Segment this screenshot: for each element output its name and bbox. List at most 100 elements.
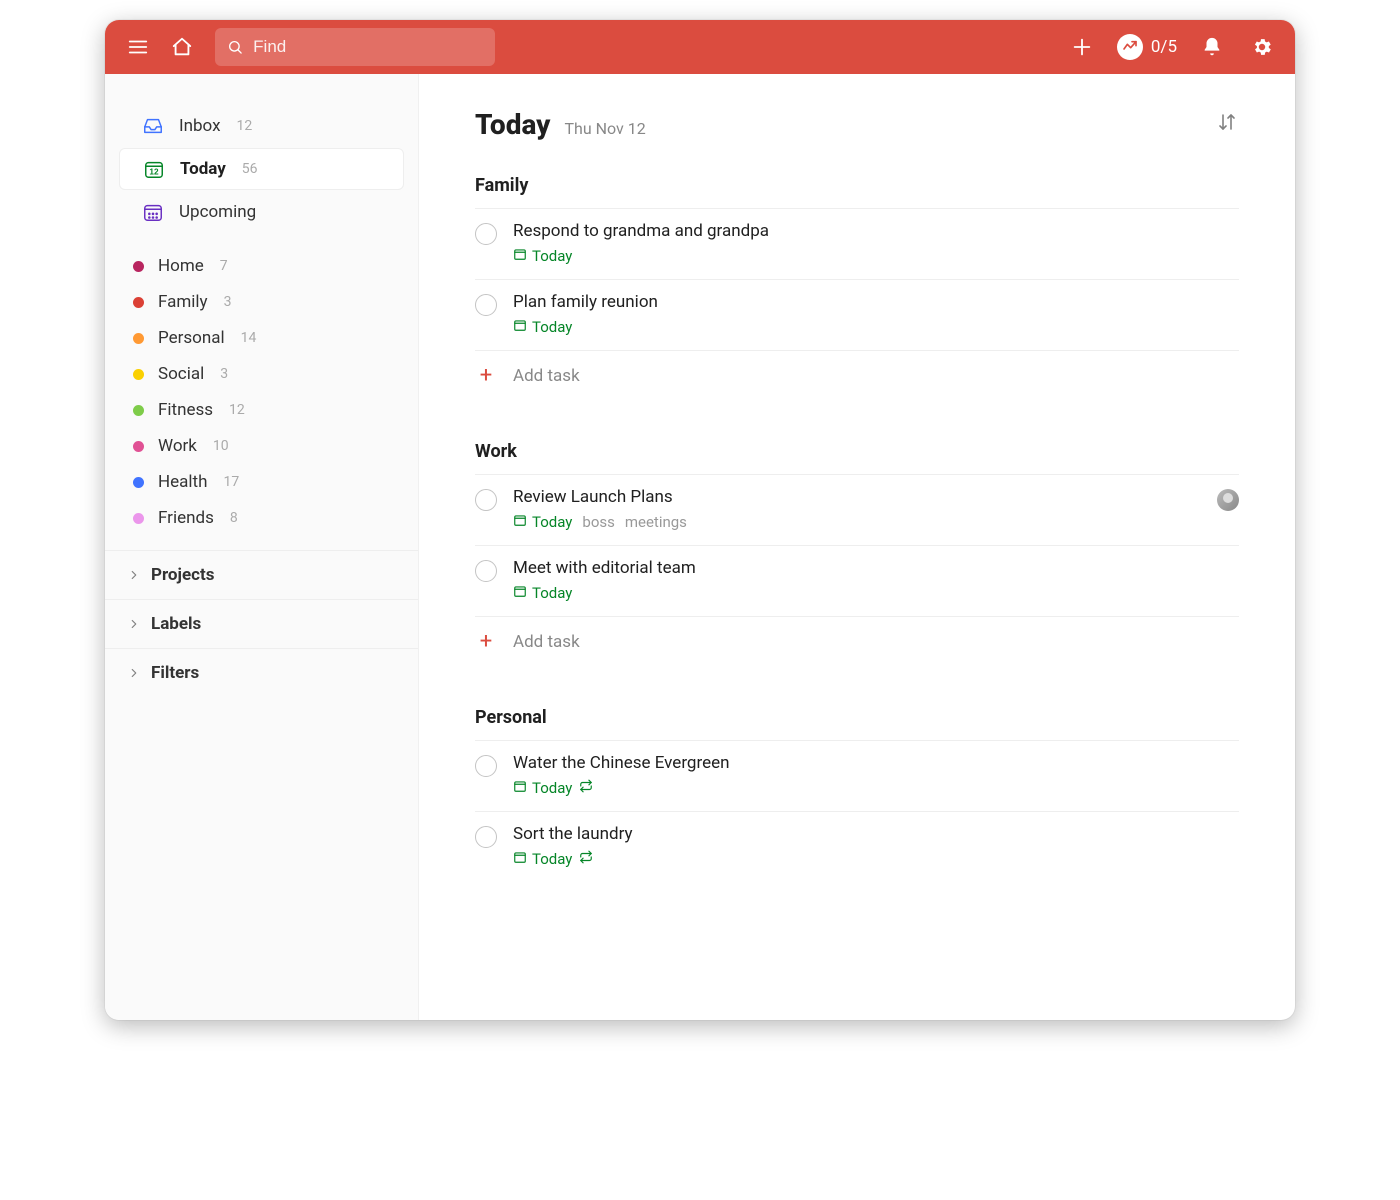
task-body: Review Launch PlansTodaybossmeetings — [513, 487, 1201, 531]
search-input[interactable] — [253, 37, 483, 57]
task-row[interactable]: Sort the laundry Today — [475, 811, 1239, 882]
home-button[interactable] — [167, 32, 197, 62]
task-group: Family Respond to grandma and grandpaToda… — [475, 175, 1239, 401]
task-row[interactable]: Water the Chinese Evergreen Today — [475, 740, 1239, 811]
project-count: 7 — [220, 258, 228, 274]
project-item-fitness[interactable]: Fitness12 — [105, 392, 418, 428]
task-checkbox[interactable] — [475, 223, 497, 245]
today-icon: 12 — [142, 157, 166, 181]
project-color-dot — [133, 477, 144, 488]
plus-icon — [1071, 36, 1093, 58]
project-item-health[interactable]: Health 17 — [105, 464, 418, 500]
project-item-friends[interactable]: Friends8 — [105, 500, 418, 536]
project-color-dot — [133, 261, 144, 272]
main-header: Today Thu Nov 12 — [475, 108, 1239, 141]
home-icon — [171, 36, 193, 58]
project-count: 3 — [220, 366, 228, 382]
add-task-button[interactable]: + Add task — [475, 616, 1239, 667]
task-checkbox[interactable] — [475, 489, 497, 511]
task-checkbox[interactable] — [475, 826, 497, 848]
main-panel: Today Thu Nov 12 Family Respond to grandm… — [419, 74, 1295, 1020]
group-title: Family — [475, 175, 1239, 208]
calendar-icon — [513, 247, 527, 265]
task-groups: Family Respond to grandma and grandpaToda… — [475, 175, 1239, 882]
project-item-family[interactable]: Family3 — [105, 284, 418, 320]
assignee-avatar[interactable] — [1217, 489, 1239, 511]
task-body: Sort the laundry Today — [513, 824, 1239, 868]
page-title: Today — [475, 108, 550, 141]
task-title: Sort the laundry — [513, 824, 1239, 844]
sort-icon — [1215, 110, 1239, 134]
task-body: Meet with editorial teamToday — [513, 558, 1239, 602]
task-title: Meet with editorial team — [513, 558, 1239, 578]
task-row[interactable]: Plan family reunion Today — [475, 279, 1239, 350]
add-task-button[interactable]: + Add task — [475, 350, 1239, 401]
project-item-home[interactable]: Home7 — [105, 248, 418, 284]
sidebar-item-upcoming[interactable]: Upcoming — [119, 192, 404, 232]
project-item-work[interactable]: Work10 — [105, 428, 418, 464]
task-row[interactable]: Respond to grandma and grandpaToday — [475, 208, 1239, 279]
sidebar-item-today[interactable]: 12Today56 — [119, 148, 404, 190]
topbar: 0/5 — [105, 20, 1295, 74]
calendar-icon — [513, 779, 527, 797]
sidebar-item-label: Inbox — [179, 116, 221, 136]
task-title: Plan family reunion — [513, 292, 1239, 312]
task-meta: Today — [513, 779, 1239, 797]
project-label: Health — [158, 472, 207, 492]
task-tag: boss — [582, 513, 614, 531]
task-group: WorkReview Launch PlansTodaybossmeetings… — [475, 441, 1239, 667]
task-checkbox[interactable] — [475, 755, 497, 777]
sidebar-item-label: Today — [180, 159, 226, 179]
sidebar-section-filters[interactable]: Filters — [105, 648, 418, 697]
project-count: 17 — [223, 474, 239, 490]
task-checkbox[interactable] — [475, 294, 497, 316]
plus-icon: + — [475, 365, 497, 387]
upcoming-icon — [141, 200, 165, 224]
hamburger-icon — [127, 36, 149, 58]
project-item-social[interactable]: Social3 — [105, 356, 418, 392]
task-tag: meetings — [625, 513, 687, 531]
task-date: Today — [513, 850, 593, 868]
project-color-dot — [133, 369, 144, 380]
calendar-icon — [513, 584, 527, 602]
task-title: Water the Chinese Evergreen — [513, 753, 1239, 773]
page-subtitle: Thu Nov 12 — [564, 119, 645, 138]
sidebar-section-projects[interactable]: Projects — [105, 550, 418, 599]
sidebar-item-inbox[interactable]: Inbox12 — [119, 106, 404, 146]
project-label: Fitness — [158, 400, 213, 420]
project-item-personal[interactable]: Personal14 — [105, 320, 418, 356]
plus-icon: + — [475, 631, 497, 653]
recurring-icon — [579, 850, 593, 868]
search-box[interactable] — [215, 28, 495, 66]
add-task-label: Add task — [513, 632, 580, 652]
project-label: Friends — [158, 508, 214, 528]
notifications-button[interactable] — [1197, 32, 1227, 62]
task-row[interactable]: Review Launch PlansTodaybossmeetings — [475, 474, 1239, 545]
chevron-right-icon — [127, 666, 141, 680]
task-meta: Todaybossmeetings — [513, 513, 1201, 531]
task-meta: Today — [513, 850, 1239, 868]
project-color-dot — [133, 333, 144, 344]
sidebar-section-labels[interactable]: Labels — [105, 599, 418, 648]
sort-button[interactable] — [1215, 110, 1239, 138]
task-meta: Today — [513, 318, 1239, 336]
productivity-button[interactable]: 0/5 — [1117, 34, 1177, 60]
task-meta: Today — [513, 247, 1239, 265]
calendar-icon — [513, 513, 527, 531]
settings-button[interactable] — [1247, 32, 1277, 62]
task-row[interactable]: Meet with editorial teamToday — [475, 545, 1239, 616]
project-count: 14 — [241, 330, 257, 346]
sidebar-section-label: Filters — [151, 663, 199, 683]
chevron-right-icon — [127, 617, 141, 631]
quick-add-button[interactable] — [1067, 32, 1097, 62]
app-window: 0/5 Inbox1212Today56Upcoming Home7Family… — [105, 20, 1295, 1020]
sidebar-item-label: Upcoming — [179, 202, 256, 222]
task-date: Today — [513, 779, 593, 797]
add-task-label: Add task — [513, 366, 580, 386]
project-count: 10 — [213, 438, 229, 454]
task-date: Today — [513, 318, 572, 336]
task-body: Respond to grandma and grandpaToday — [513, 221, 1239, 265]
menu-button[interactable] — [123, 32, 153, 62]
task-checkbox[interactable] — [475, 560, 497, 582]
body: Inbox1212Today56Upcoming Home7Family3Per… — [105, 74, 1295, 1020]
